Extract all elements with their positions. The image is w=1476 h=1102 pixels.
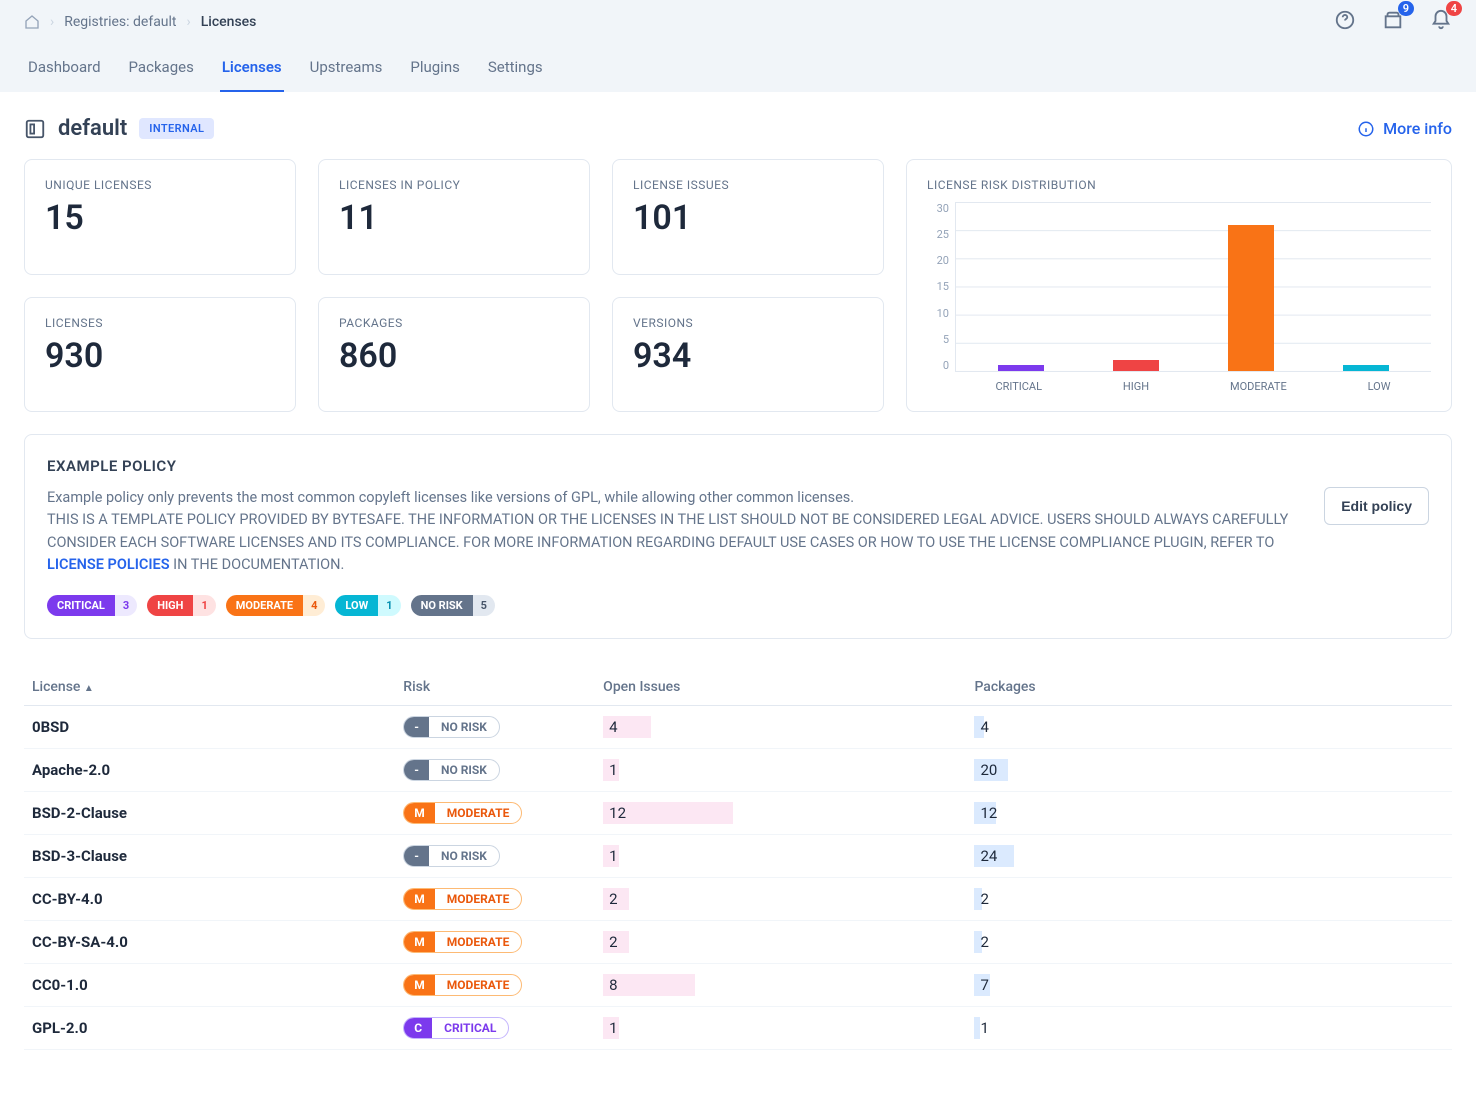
package-updates-icon[interactable]: 9 [1382, 9, 1404, 35]
info-icon [1357, 120, 1375, 138]
open-issues-value: 1 [603, 1017, 633, 1039]
risk-pill: MMODERATE [403, 974, 522, 996]
stat-licenses: LICENSES 930 [24, 297, 296, 413]
risk-pill: MMODERATE [403, 802, 522, 824]
license-name: BSD-2-Clause [24, 791, 395, 834]
chart-bar[interactable] [998, 365, 1044, 371]
table-row[interactable]: CC-BY-4.0 MMODERATE 2 2 [24, 877, 1452, 920]
bell-icon[interactable]: 4 [1430, 9, 1452, 35]
table-row[interactable]: BSD-3-Clause -NO RISK 1 24 [24, 834, 1452, 877]
packages-value: 12 [974, 802, 1004, 824]
table-row[interactable]: 0BSD -NO RISK 4 4 [24, 705, 1452, 748]
risk-pill: CCRITICAL [403, 1017, 509, 1039]
open-issues-value: 2 [603, 931, 633, 953]
stat-unique-licenses: UNIQUE LICENSES 15 [24, 159, 296, 275]
license-name: CC0-1.0 [24, 963, 395, 1006]
stat-packages: PACKAGES 860 [318, 297, 590, 413]
license-name: CC-BY-SA-4.0 [24, 920, 395, 963]
packages-value: 2 [974, 888, 1004, 910]
tab-licenses[interactable]: Licenses [220, 44, 284, 92]
col-packages[interactable]: Packages [966, 669, 1452, 706]
license-name: 0BSD [24, 705, 395, 748]
table-row[interactable]: CC-BY-SA-4.0 MMODERATE 2 2 [24, 920, 1452, 963]
risk-pill: -NO RISK [403, 759, 500, 781]
packages-value: 24 [974, 845, 1004, 867]
packages-value: 7 [974, 974, 1004, 996]
chip-critical[interactable]: CRITICAL3 [47, 595, 137, 616]
license-policies-link[interactable]: LICENSE POLICIES [47, 556, 170, 573]
table-row[interactable]: CC0-1.0 MMODERATE 8 7 [24, 963, 1452, 1006]
tabs: Dashboard Packages Licenses Upstreams Pl… [24, 44, 1452, 92]
chart-bar[interactable] [1113, 360, 1159, 371]
open-issues-value: 1 [603, 759, 633, 781]
open-issues-value: 4 [603, 716, 633, 738]
stat-license-issues: LICENSE ISSUES 101 [612, 159, 884, 275]
table-row[interactable]: Apache-2.0 -NO RISK 1 20 [24, 748, 1452, 791]
sort-asc-icon: ▲ [84, 683, 94, 694]
breadcrumb-registries[interactable]: Registries: default [64, 14, 176, 30]
tab-settings[interactable]: Settings [486, 44, 545, 92]
chevron-right-icon: › [50, 14, 54, 30]
more-info-link[interactable]: More info [1357, 119, 1452, 138]
risk-pill: -NO RISK [403, 716, 500, 738]
home-icon[interactable] [24, 14, 40, 30]
open-issues-value: 12 [603, 802, 633, 824]
edit-policy-button[interactable]: Edit policy [1324, 487, 1429, 525]
license-name: BSD-3-Clause [24, 834, 395, 877]
col-open-issues[interactable]: Open Issues [595, 669, 966, 706]
open-issues-value: 2 [603, 888, 633, 910]
internal-badge: INTERNAL [139, 118, 214, 139]
license-name: CC-BY-4.0 [24, 877, 395, 920]
open-issues-value: 1 [603, 845, 633, 867]
chevron-right-icon: › [187, 14, 191, 30]
badge-count: 4 [1446, 1, 1462, 16]
packages-value: 1 [974, 1017, 1004, 1039]
open-issues-value: 8 [603, 974, 633, 996]
col-license[interactable]: License ▲ [24, 669, 395, 706]
breadcrumb: › Registries: default › Licenses [24, 14, 256, 30]
license-name: GPL-2.0 [24, 1006, 395, 1049]
chip-low[interactable]: LOW1 [335, 595, 400, 616]
chip-high[interactable]: HIGH1 [147, 595, 216, 616]
table-row[interactable]: BSD-2-Clause MMODERATE 12 12 [24, 791, 1452, 834]
policy-card: EXAMPLE POLICY Example policy only preve… [24, 434, 1452, 639]
registry-icon [24, 118, 46, 140]
tab-dashboard[interactable]: Dashboard [26, 44, 103, 92]
col-risk[interactable]: Risk [395, 669, 595, 706]
license-name: Apache-2.0 [24, 748, 395, 791]
packages-value: 4 [974, 716, 1004, 738]
policy-description: Example policy only prevents the most co… [47, 487, 1304, 577]
packages-value: 20 [974, 759, 1004, 781]
stat-licenses-in-policy: LICENSES IN POLICY 11 [318, 159, 590, 275]
tab-upstreams[interactable]: Upstreams [308, 44, 385, 92]
packages-value: 2 [974, 931, 1004, 953]
risk-pill: MMODERATE [403, 931, 522, 953]
page-title: default [58, 116, 127, 141]
tab-plugins[interactable]: Plugins [408, 44, 461, 92]
risk-pill: MMODERATE [403, 888, 522, 910]
chip-norisk[interactable]: NO RISK5 [411, 595, 495, 616]
stat-versions: VERSIONS 934 [612, 297, 884, 413]
breadcrumb-current: Licenses [201, 14, 257, 30]
risk-pill: -NO RISK [403, 845, 500, 867]
table-row[interactable]: GPL-2.0 CCRITICAL 1 1 [24, 1006, 1452, 1049]
help-icon[interactable] [1334, 9, 1356, 35]
tab-packages[interactable]: Packages [127, 44, 196, 92]
chart-license-risk: LICENSE RISK DISTRIBUTION 302520151050 C… [906, 159, 1452, 412]
license-table: License ▲ Risk Open Issues Packages 0BSD… [24, 669, 1452, 1050]
badge-count: 9 [1398, 1, 1414, 16]
chart-bar[interactable] [1228, 225, 1274, 371]
chip-moderate[interactable]: MODERATE4 [226, 595, 326, 616]
policy-title: EXAMPLE POLICY [47, 457, 1429, 475]
chart-bar[interactable] [1343, 365, 1389, 371]
